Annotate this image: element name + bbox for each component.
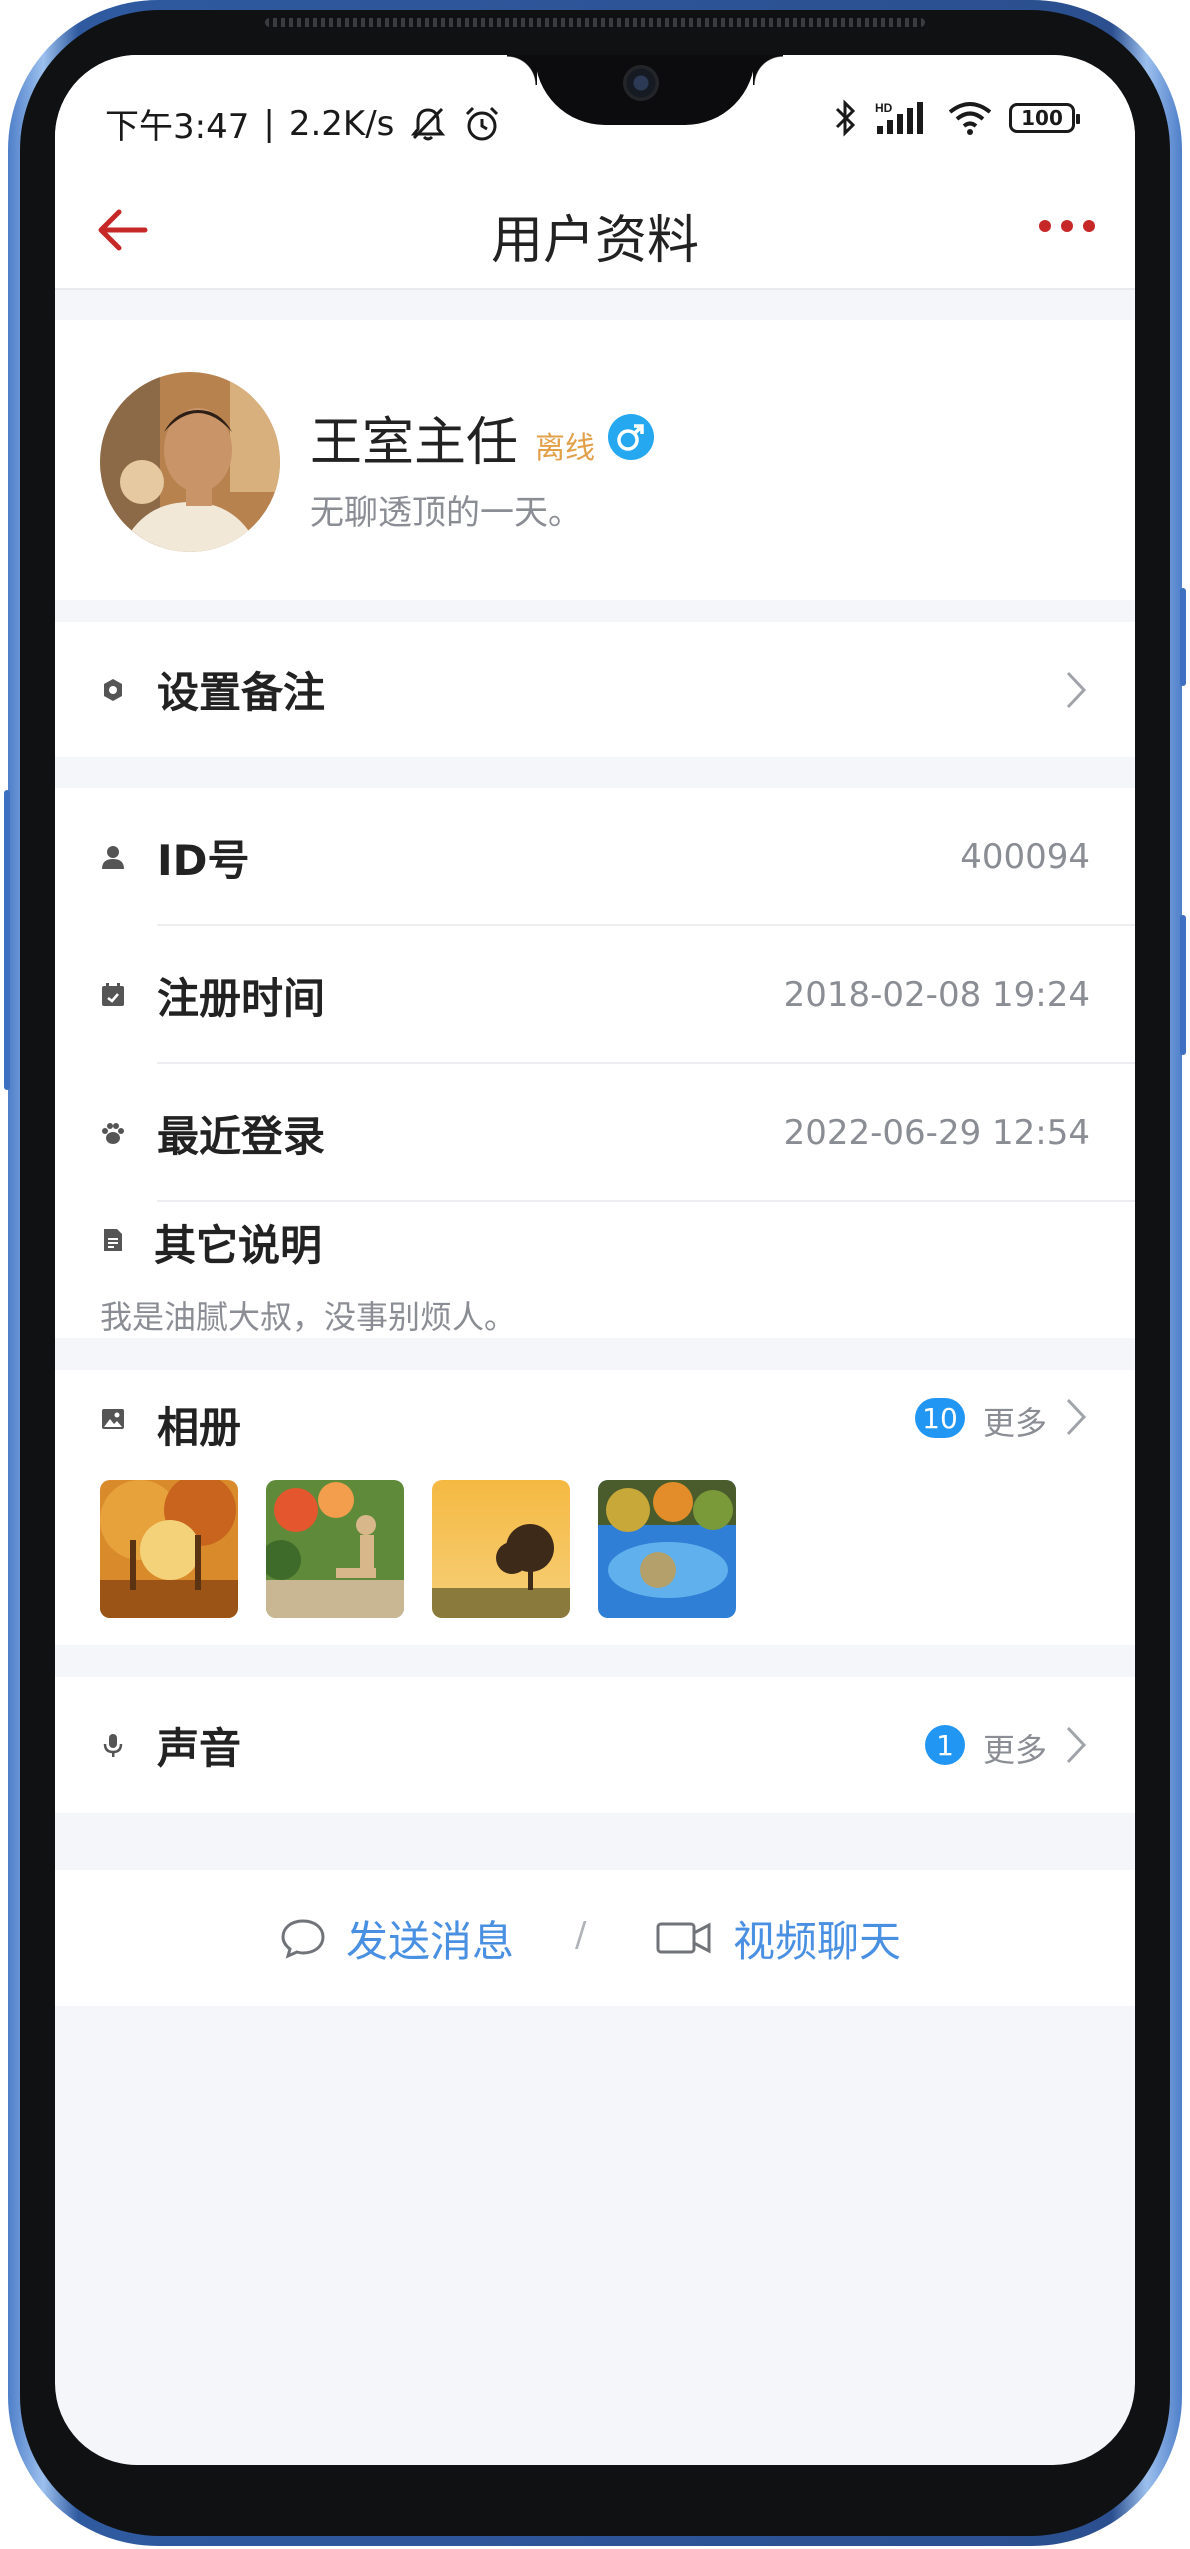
wifi-icon xyxy=(948,102,992,135)
action-bar: 发送消息 / 视频聊天 xyxy=(55,1870,1135,2006)
registered-value: 2018-02-08 19:24 xyxy=(783,975,1090,1015)
id-label: ID号 xyxy=(157,835,250,885)
info-row-last-login: 最近登录 2022-06-29 12:54 xyxy=(55,1064,1135,1202)
avatar[interactable] xyxy=(100,372,280,552)
action-separator: / xyxy=(575,1915,587,1955)
network-speed: 2.2K/s xyxy=(288,103,395,144)
voice-label: 声音 xyxy=(157,1723,242,1773)
album-photo-lake-reflection[interactable] xyxy=(598,1480,736,1618)
svg-text:HD: HD xyxy=(875,101,893,115)
battery-icon: 100 xyxy=(1009,103,1080,133)
voice-count-badge: 1 xyxy=(925,1725,965,1765)
notes-label: 其它说明 xyxy=(154,1221,323,1270)
album-label: 相册 xyxy=(157,1403,242,1452)
paw-icon xyxy=(102,1123,124,1144)
photo-sunset-tree xyxy=(432,1480,570,1618)
dot xyxy=(1061,220,1073,232)
battery-level: 100 xyxy=(1021,106,1063,130)
photo-autumn-forest xyxy=(100,1480,238,1618)
person-icon xyxy=(102,846,124,869)
alarm-icon xyxy=(466,106,499,140)
status-time: 下午3:47 xyxy=(105,107,250,147)
chevron-right-icon xyxy=(1066,1726,1087,1764)
last-login-value: 2022-06-29 12:54 xyxy=(783,1113,1090,1153)
document-icon xyxy=(104,1229,122,1251)
id-value: 400094 xyxy=(960,837,1090,877)
album-card: 相册 10 更多 xyxy=(55,1370,1135,1645)
bluetooth-icon xyxy=(835,99,856,137)
calendar-icon xyxy=(102,983,124,1006)
settings-icon xyxy=(104,678,122,701)
more-button[interactable] xyxy=(1039,220,1095,232)
photo-lake-reflection xyxy=(598,1480,736,1618)
three-dots-icon xyxy=(1039,220,1051,232)
album-photo-figurine[interactable] xyxy=(266,1480,404,1618)
male-icon xyxy=(617,424,644,451)
last-login-label: 最近登录 xyxy=(157,1111,326,1161)
speaker-grill xyxy=(265,18,925,27)
left-side-button xyxy=(4,790,10,1090)
album-more-link[interactable]: 更多 xyxy=(983,1398,1047,1444)
album-header[interactable]: 相册 10 更多 xyxy=(55,1370,1135,1466)
app-header: 用户资料 xyxy=(55,170,1135,290)
chevron-right-icon xyxy=(1066,1398,1087,1436)
power-button xyxy=(1180,588,1186,686)
remark-label: 设置备注 xyxy=(157,668,326,717)
volume-button xyxy=(1180,915,1186,1055)
info-row-id: ID号 400094 xyxy=(55,788,1135,926)
dot xyxy=(1083,220,1095,232)
notes-text: 我是油腻大叔，没事别烦人。 xyxy=(100,1298,517,1336)
video-camera-icon xyxy=(656,1922,711,1954)
voice-card[interactable]: 声音 1 更多 xyxy=(55,1677,1135,1813)
avatar-photo xyxy=(100,372,280,552)
chat-bubble-icon xyxy=(281,1919,325,1959)
album-count-badge: 10 xyxy=(915,1398,965,1438)
album-photo-sunset-tree[interactable] xyxy=(432,1480,570,1618)
image-icon xyxy=(102,1409,124,1429)
chevron-right-icon xyxy=(1066,671,1087,708)
info-card: ID号 400094 注册时间 2018-02-08 19:24 最近登录 20… xyxy=(55,788,1135,1338)
signal-hd-icon: HD xyxy=(875,101,923,134)
gender-badge xyxy=(608,414,654,460)
photo-figurine xyxy=(266,1480,404,1618)
page-title: 用户资料 xyxy=(490,211,699,271)
online-status: 离线 xyxy=(535,431,595,466)
remark-card[interactable]: 设置备注 xyxy=(55,622,1135,757)
screen: 下午3:47 | 2.2K/s HD 100 用户资料 王室主任 离线 无聊透顶… xyxy=(55,55,1135,2465)
video-chat-label: 视频聊天 xyxy=(733,1916,902,1966)
album-photo-autumn-forest[interactable] xyxy=(100,1480,238,1618)
profile-card: 王室主任 离线 无聊透顶的一天。 xyxy=(55,320,1135,600)
info-row-registered: 注册时间 2018-02-08 19:24 xyxy=(55,926,1135,1064)
front-camera xyxy=(623,65,659,101)
mute-notification-icon xyxy=(411,107,446,140)
voice-more-link[interactable]: 更多 xyxy=(983,1725,1047,1771)
microphone-icon xyxy=(103,1734,123,1757)
send-message-button[interactable]: 发送消息 xyxy=(280,1870,514,2006)
send-message-label: 发送消息 xyxy=(346,1916,515,1966)
video-chat-button[interactable]: 视频聊天 xyxy=(655,1870,901,2006)
profile-name: 王室主任 xyxy=(310,413,519,473)
status-separator: | xyxy=(263,103,275,144)
profile-motto: 无聊透顶的一天。 xyxy=(310,493,582,533)
registered-label: 注册时间 xyxy=(157,973,326,1023)
notes-block: 其它说明 我是油腻大叔，没事别烦人。 xyxy=(55,1202,1135,1338)
